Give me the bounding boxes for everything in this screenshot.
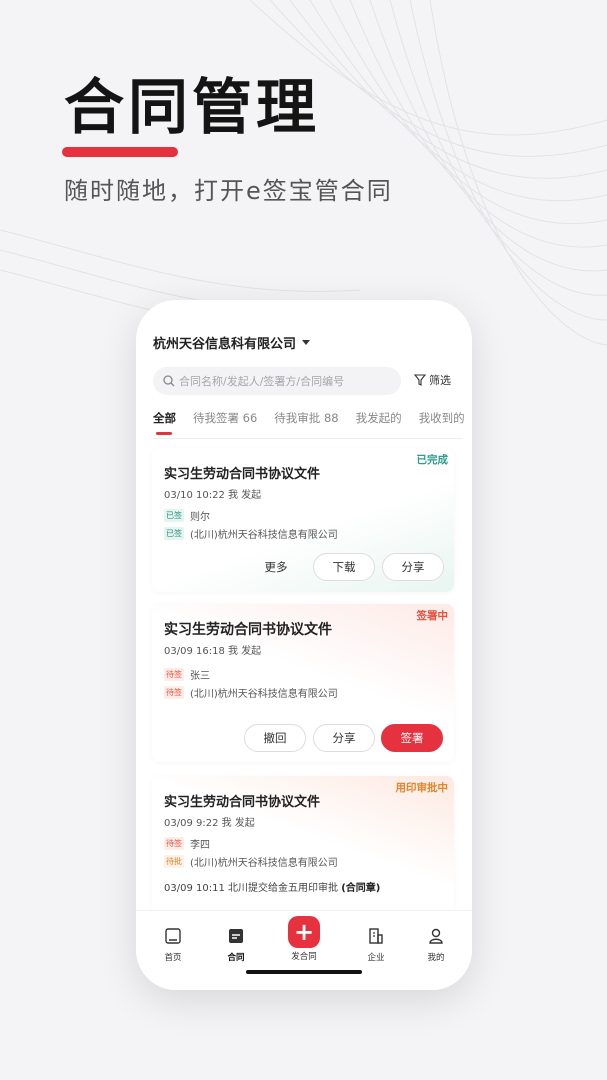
contract-card[interactable]: 签署中 实习生劳动合同书协议文件 03/09 16:18 我 发起 待签 张三 … xyxy=(152,604,454,762)
tab-home[interactable]: 首页 xyxy=(153,927,193,963)
filter-icon xyxy=(414,374,426,386)
tab-add-label: 发合同 xyxy=(291,952,317,962)
sign-button[interactable]: 签署 xyxy=(381,724,443,752)
signer-tag: 待签 xyxy=(164,686,184,699)
phone-mockup: 杭州天谷信息科有限公司 筛选 全部 待我签署 66 待我审批 88 我发起的 我… xyxy=(136,300,472,990)
signer-name: 李四 xyxy=(190,840,210,851)
building-icon xyxy=(369,928,383,944)
caret-down-icon xyxy=(302,340,311,345)
contract-card[interactable]: 用印审批中 实习生劳动合同书协议文件 03/09 9:22 我 发起 待签 李四… xyxy=(152,776,454,916)
signer-name: (北川)杭州天谷科技信息有限公司 xyxy=(190,530,338,541)
signer-row: 待签 (北川)杭州天谷科技信息有限公司 xyxy=(164,685,338,700)
tab-contract[interactable]: 合同 xyxy=(216,927,256,963)
status-badge: 签署中 xyxy=(416,610,449,622)
approval-log-text: 03/09 10:11 北川提交给金五用印审批 xyxy=(164,883,338,894)
add-contract-button[interactable]: + xyxy=(288,916,320,948)
signer-name: (北川)杭州天谷科技信息有限公司 xyxy=(190,858,338,869)
contract-card[interactable]: 已完成 实习生劳动合同书协议文件 03/10 10:22 我 发起 已签 则尔 … xyxy=(152,448,454,592)
approval-log-seal: (合同章) xyxy=(341,883,381,894)
signer-tag: 待签 xyxy=(164,668,184,681)
signer-tag: 已签 xyxy=(164,527,184,540)
filter-label: 筛选 xyxy=(429,374,451,387)
approval-log: 03/09 10:11 北川提交给金五用印审批 (合同章) xyxy=(164,879,380,894)
signer-row: 已签 (北川)杭州天谷科技信息有限公司 xyxy=(164,526,338,541)
user-icon xyxy=(429,928,443,944)
home-icon xyxy=(165,928,181,944)
tab-home-label: 首页 xyxy=(164,953,182,963)
contract-tabs: 全部 待我签署 66 待我审批 88 我发起的 我收到的 xyxy=(153,410,472,438)
more-button[interactable]: 更多 xyxy=(248,553,304,581)
tab-contract-label: 合同 xyxy=(227,953,245,963)
signer-name: (北川)杭州天谷科技信息有限公司 xyxy=(190,689,338,700)
signer-row: 待签 李四 xyxy=(164,836,210,851)
tab-enterprise-label: 企业 xyxy=(367,953,385,963)
tab-add-label-wrap: 发合同 xyxy=(284,950,324,962)
title-underline xyxy=(62,147,178,157)
company-selector[interactable]: 杭州天谷信息科有限公司 xyxy=(153,333,311,352)
signer-tag: 待批 xyxy=(164,855,184,868)
company-name: 杭州天谷信息科有限公司 xyxy=(153,337,297,352)
share-button[interactable]: 分享 xyxy=(382,553,444,581)
tab-received[interactable]: 我收到的 xyxy=(419,410,465,438)
download-button[interactable]: 下载 xyxy=(313,553,375,581)
signer-row: 待批 (北川)杭州天谷科技信息有限公司 xyxy=(164,854,338,869)
signer-name: 张三 xyxy=(190,671,210,682)
signer-name: 则尔 xyxy=(190,512,210,523)
page-title: 合同管理 xyxy=(64,73,320,143)
signer-tag: 已签 xyxy=(164,509,184,522)
tab-to-approve[interactable]: 待我审批 88 xyxy=(274,410,338,438)
home-indicator xyxy=(246,970,362,974)
contract-title: 实习生劳动合同书协议文件 xyxy=(164,795,321,810)
contract-meta: 03/10 10:22 我 发起 xyxy=(164,490,262,501)
share-button[interactable]: 分享 xyxy=(313,724,375,752)
contract-title: 实习生劳动合同书协议文件 xyxy=(164,622,332,638)
page-subtitle: 随时随地，打开e签宝管合同 xyxy=(64,177,393,205)
signer-row: 待签 张三 xyxy=(164,667,210,682)
tab-mine-label: 我的 xyxy=(427,953,445,963)
search-icon xyxy=(163,375,175,387)
contract-meta: 03/09 9:22 我 发起 xyxy=(164,818,255,829)
tab-enterprise[interactable]: 企业 xyxy=(356,927,396,963)
tab-initiated[interactable]: 我发起的 xyxy=(356,410,402,438)
tab-all[interactable]: 全部 xyxy=(153,410,176,438)
filter-button[interactable]: 筛选 xyxy=(414,372,451,388)
withdraw-button[interactable]: 撤回 xyxy=(244,724,306,752)
contract-meta: 03/09 16:18 我 发起 xyxy=(164,646,262,657)
tab-to-sign[interactable]: 待我签署 66 xyxy=(193,410,257,438)
contract-title: 实习生劳动合同书协议文件 xyxy=(164,467,321,482)
signer-row: 已签 则尔 xyxy=(164,508,210,523)
status-badge: 已完成 xyxy=(416,454,449,466)
signer-tag: 待签 xyxy=(164,837,184,850)
contract-icon xyxy=(229,929,243,943)
search-input[interactable] xyxy=(175,374,401,388)
search-bar[interactable] xyxy=(153,367,401,395)
tabs-divider xyxy=(153,438,463,439)
status-badge: 用印审批中 xyxy=(395,782,449,794)
bottom-tab-bar: 首页 合同 + 发合同 企业 我的 xyxy=(136,910,472,990)
tab-mine[interactable]: 我的 xyxy=(416,927,456,963)
